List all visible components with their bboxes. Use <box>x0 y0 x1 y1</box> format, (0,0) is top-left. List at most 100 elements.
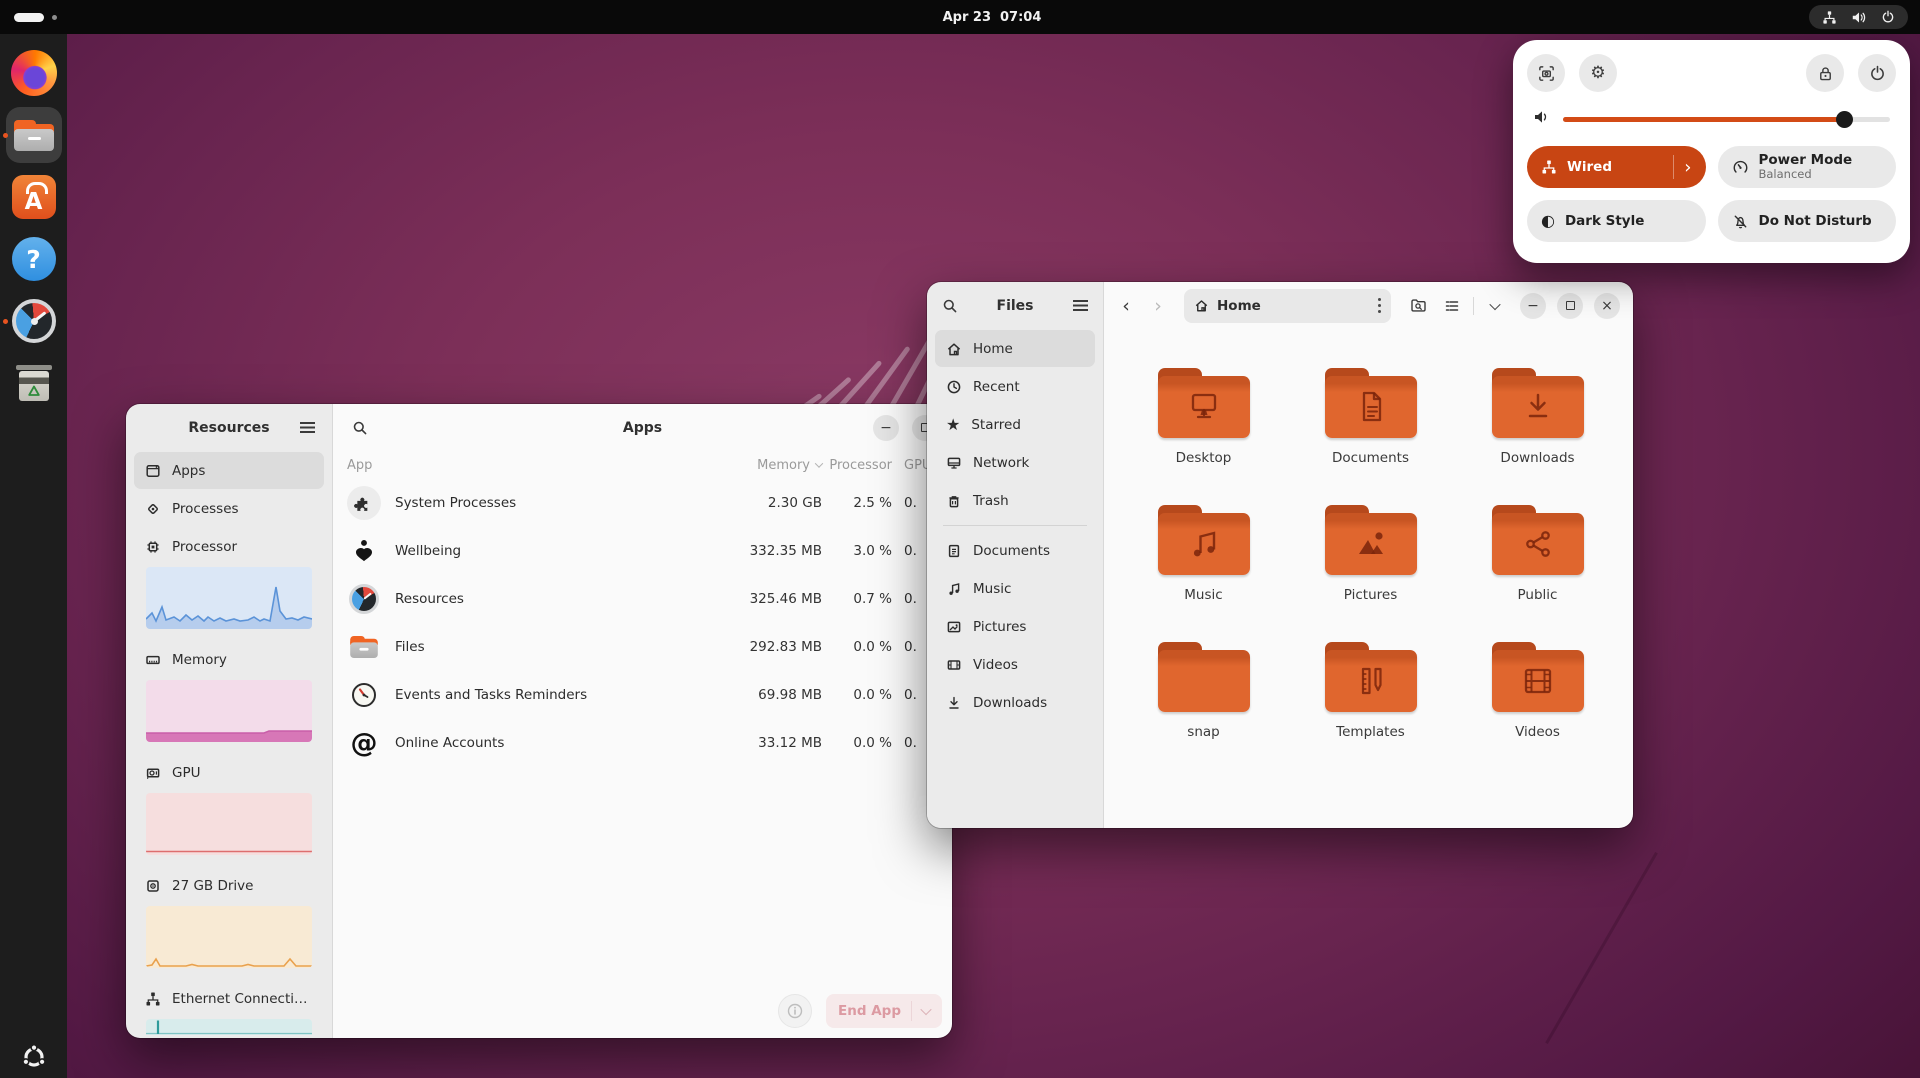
resources-sidebar-item-memory[interactable]: Memory <box>134 641 324 678</box>
path-bar[interactable]: Home <box>1184 289 1391 323</box>
resources-sidebar-item-apps[interactable]: Apps <box>134 452 324 489</box>
folder-videos[interactable]: Videos <box>1454 642 1621 779</box>
app-row-files[interactable]: Files 292.83 MB 0.0 % 0. <box>333 623 952 671</box>
folder-music[interactable]: Music <box>1120 505 1287 642</box>
files-sidebar-item-music[interactable]: Music <box>935 570 1095 607</box>
resources-window-title: Resources <box>188 420 269 436</box>
system-tray-button[interactable] <box>1809 5 1908 29</box>
forward-button[interactable]: › <box>1144 292 1172 320</box>
column-app[interactable]: App <box>347 458 712 473</box>
screenshot-button[interactable] <box>1527 54 1565 92</box>
running-indicator <box>3 133 8 138</box>
folder-icon <box>1325 642 1417 712</box>
app-row-system-processes[interactable]: System Processes 2.30 GB 2.5 % 0. <box>333 479 952 527</box>
files-sidebar-item-documents[interactable]: Documents <box>935 532 1095 569</box>
folder-public[interactable]: Public <box>1454 505 1621 642</box>
resources-sidebar-item-processor[interactable]: Processor <box>134 528 324 565</box>
network-wired-icon <box>1541 159 1557 175</box>
download-icon <box>946 695 962 711</box>
app-row-wellbeing[interactable]: Wellbeing 332.35 MB 3.0 % 0. <box>333 527 952 575</box>
files-sidebar-item-trash[interactable]: Trash <box>935 482 1095 519</box>
app-row-events-tasks[interactable]: Events and Tasks Reminders 69.98 MB 0.0 … <box>333 671 952 719</box>
music-note-icon <box>946 581 962 597</box>
workspace-dot[interactable] <box>52 15 57 20</box>
settings-button[interactable]: ⚙ <box>1579 54 1617 92</box>
column-memory[interactable]: Memory <box>712 458 822 473</box>
resources-sidebar-item-gpu[interactable]: GPU <box>134 754 324 791</box>
volume-icon <box>1851 10 1867 25</box>
at-icon: @ <box>347 726 381 760</box>
end-app-dropdown-caret[interactable] <box>920 1004 931 1015</box>
files-search-button[interactable] <box>935 291 965 321</box>
files-sidebar-item-home[interactable]: Home <box>935 330 1095 367</box>
column-processor[interactable]: Processor <box>822 458 892 473</box>
folder-documents[interactable]: Documents <box>1287 368 1454 505</box>
clock-date: Apr 23 <box>943 10 991 25</box>
do-not-disturb-toggle[interactable]: Do Not Disturb <box>1718 200 1897 242</box>
app-row-resources[interactable]: Resources 325.46 MB 0.7 % 0. <box>333 575 952 623</box>
volume-slider[interactable] <box>1563 117 1890 122</box>
view-options-button[interactable] <box>1480 291 1510 321</box>
app-row-online-accounts[interactable]: @Online Accounts 33.12 MB 0.0 % 0. <box>333 719 952 767</box>
folder-desktop[interactable]: Desktop <box>1120 368 1287 505</box>
maximize-icon <box>1566 301 1575 310</box>
location-menu-icon[interactable] <box>1378 298 1381 312</box>
list-view-button[interactable] <box>1437 291 1467 321</box>
files-sidebar-item-recent[interactable]: Recent <box>935 368 1095 405</box>
resources-sidebar-item-ethernet[interactable]: Ethernet Connecti… <box>134 980 324 1017</box>
maximize-button[interactable] <box>1557 293 1583 319</box>
folder-icon <box>1492 505 1584 575</box>
minimize-button[interactable]: − <box>873 415 899 441</box>
chevron-right-icon[interactable]: › <box>1684 157 1691 178</box>
folder-downloads[interactable]: Downloads <box>1454 368 1621 505</box>
memory-icon <box>145 652 161 668</box>
files-sidebar-item-network[interactable]: Network <box>935 444 1095 481</box>
search-everywhere-button[interactable] <box>1403 291 1433 321</box>
files-sidebar-item-downloads[interactable]: Downloads <box>935 684 1095 721</box>
dock-item-trash[interactable] <box>0 352 67 414</box>
files-menu-button[interactable] <box>1065 291 1095 321</box>
sidebar-separator <box>943 525 1087 526</box>
end-app-button[interactable]: End App <box>826 994 942 1028</box>
power-mode-toggle[interactable]: Power Mode Balanced <box>1718 146 1897 188</box>
resources-sidebar-item-processes[interactable]: Processes <box>134 490 324 527</box>
resources-sidebar-item-drive[interactable]: 27 GB Drive <box>134 867 324 904</box>
dock-item-help[interactable]: ? <box>0 228 67 290</box>
dock-show-apps-button[interactable] <box>0 1044 67 1070</box>
files-main-pane: ‹ › Home − × <box>1103 282 1633 828</box>
app-info-button[interactable] <box>778 994 812 1028</box>
files-sidebar-item-pictures[interactable]: Pictures <box>935 608 1095 645</box>
wallpaper-line <box>1545 852 1658 1044</box>
dark-style-toggle[interactable]: ◐ Dark Style <box>1527 200 1706 242</box>
resources-main-pane: Apps − App Memory Processor GPU System P… <box>332 404 952 1038</box>
dock-item-files[interactable] <box>0 104 67 166</box>
volume-knob[interactable] <box>1836 111 1853 128</box>
lock-button[interactable] <box>1806 54 1844 92</box>
bell-slash-icon <box>1732 213 1749 230</box>
resources-window: Resources Apps Processes Processor Memor… <box>126 404 952 1038</box>
folder-snap[interactable]: snap <box>1120 642 1287 779</box>
back-button[interactable]: ‹ <box>1112 292 1140 320</box>
workspace-indicator[interactable] <box>14 13 44 22</box>
video-icon <box>946 657 962 673</box>
power-button[interactable] <box>1858 54 1896 92</box>
folder-templates[interactable]: Templates <box>1287 642 1454 779</box>
wired-toggle[interactable]: Wired › <box>1527 146 1706 188</box>
resources-menu-button[interactable] <box>292 413 322 443</box>
dock-item-resources[interactable] <box>0 290 67 352</box>
current-location: Home <box>1217 298 1370 314</box>
minimize-button[interactable]: − <box>1520 293 1546 319</box>
resources-sidebar: Resources Apps Processes Processor Memor… <box>126 404 332 1038</box>
close-button[interactable]: × <box>1594 293 1620 319</box>
top-bar: Apr 23 07:04 <box>0 0 1920 34</box>
files-sidebar-item-videos[interactable]: Videos <box>935 646 1095 683</box>
folder-pictures[interactable]: Pictures <box>1287 505 1454 642</box>
clock-button[interactable]: Apr 23 07:04 <box>943 0 1042 34</box>
power-mode-icon <box>1732 159 1749 176</box>
dock-item-app-center[interactable]: A <box>0 166 67 228</box>
hamburger-icon <box>1073 300 1088 311</box>
resources-app-icon <box>347 582 381 616</box>
trash-icon <box>13 362 55 404</box>
files-sidebar-item-starred[interactable]: ★ Starred <box>935 406 1095 443</box>
dock-item-firefox[interactable] <box>0 42 67 104</box>
